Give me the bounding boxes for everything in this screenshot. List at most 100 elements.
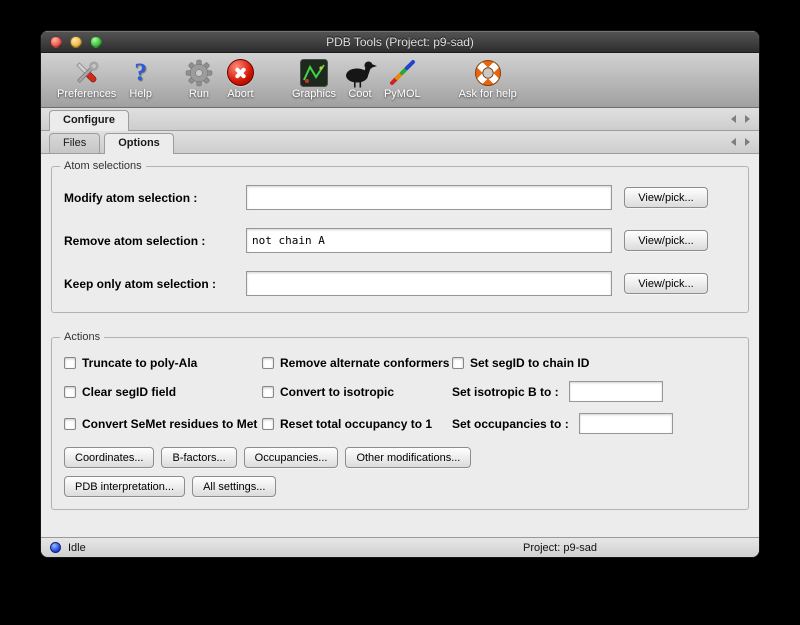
truncate-poly-ala-label: Truncate to poly-Ala	[82, 356, 197, 370]
toolbar-abort[interactable]: Abort	[227, 57, 254, 100]
tab-configure[interactable]: Configure	[49, 110, 129, 130]
toolbar-pymol-label: PyMOL	[384, 88, 421, 100]
modify-atom-selection-label: Modify atom selection :	[64, 191, 246, 205]
coordinates-button[interactable]: Coordinates...	[64, 447, 154, 468]
lifebuoy-icon	[473, 57, 503, 88]
toolbar-pymol[interactable]: PyMOL	[384, 57, 421, 100]
coot-bird-icon	[343, 57, 377, 88]
tools-icon	[72, 57, 102, 88]
remove-atom-selection-row: Remove atom selection : View/pick...	[64, 228, 736, 253]
clear-segid-field-label: Clear segID field	[82, 385, 176, 399]
toolbar-preferences-label: Preferences	[57, 88, 116, 100]
tab-options-label: Options	[118, 137, 160, 149]
outer-tab-scroll	[731, 115, 750, 123]
toolbar-ask-for-help[interactable]: Ask for help	[459, 57, 517, 100]
toolbar-coot-label: Coot	[348, 88, 371, 100]
atom-selections-group: Atom selections Modify atom selection : …	[51, 166, 749, 313]
tab-options[interactable]: Options	[104, 133, 174, 153]
set-occupancies-label: Set occupancies to :	[452, 417, 569, 431]
project-label: Project: p9-sad	[523, 542, 597, 554]
toolbar-preferences[interactable]: Preferences	[57, 57, 116, 100]
modify-atom-selection-input[interactable]	[246, 185, 612, 210]
inner-tab-scroll	[731, 138, 750, 146]
toolbar-graphics[interactable]: Graphics	[292, 57, 336, 100]
reset-total-occupancy-checkbox[interactable]: Reset total occupancy to 1	[262, 417, 452, 431]
remove-alternate-conformers-label: Remove alternate conformers	[280, 356, 449, 370]
toolbar-graphics-label: Graphics	[292, 88, 336, 100]
graphics-icon	[300, 57, 328, 88]
toolbar-ask-for-help-label: Ask for help	[459, 88, 517, 100]
modify-view-pick-button[interactable]: View/pick...	[624, 187, 708, 208]
tab-files[interactable]: Files	[49, 133, 100, 153]
checkbox-icon[interactable]	[64, 357, 76, 369]
remove-alternate-conformers-checkbox[interactable]: Remove alternate conformers	[262, 356, 452, 370]
checkbox-icon[interactable]	[262, 357, 274, 369]
tab-scroll-left-icon[interactable]	[731, 138, 736, 146]
zoom-button[interactable]	[90, 36, 102, 48]
truncate-poly-ala-checkbox[interactable]: Truncate to poly-Ala	[64, 356, 262, 370]
convert-semet-to-met-label: Convert SeMet residues to Met	[82, 417, 257, 431]
close-button[interactable]	[50, 36, 62, 48]
remove-view-pick-button[interactable]: View/pick...	[624, 230, 708, 251]
reset-total-occupancy-label: Reset total occupancy to 1	[280, 417, 432, 431]
tab-scroll-right-icon[interactable]	[745, 115, 750, 123]
tab-configure-label: Configure	[63, 114, 115, 126]
set-occupancies-field: Set occupancies to :	[452, 413, 736, 434]
gear-icon	[184, 57, 214, 88]
set-segid-to-chain-id-checkbox[interactable]: Set segID to chain ID	[452, 356, 736, 370]
all-settings-button[interactable]: All settings...	[192, 476, 276, 497]
actions-group-title: Actions	[60, 331, 104, 343]
tab-files-label: Files	[63, 137, 86, 149]
toolbar-help-label: Help	[129, 88, 152, 100]
options-panel: Atom selections Modify atom selection : …	[41, 154, 759, 537]
window-title: PDB Tools (Project: p9-sad)	[41, 35, 759, 49]
tab-scroll-right-icon[interactable]	[745, 138, 750, 146]
convert-to-isotropic-checkbox[interactable]: Convert to isotropic	[262, 385, 452, 399]
actions-group: Actions Truncate to poly-Ala Remove alte…	[51, 337, 749, 510]
status-indicator-icon	[50, 542, 61, 553]
title-bar: PDB Tools (Project: p9-sad)	[41, 31, 759, 53]
checkbox-icon[interactable]	[64, 418, 76, 430]
tab-scroll-left-icon[interactable]	[731, 115, 736, 123]
pdb-tools-window: PDB Tools (Project: p9-sad) Preferences	[40, 30, 760, 558]
toolbar-run-label: Run	[189, 88, 209, 100]
inner-tab-bar: Files Options	[41, 131, 759, 154]
set-isotropic-b-field: Set isotropic B to :	[452, 381, 736, 402]
set-isotropic-b-input[interactable]	[569, 381, 663, 402]
toolbar-coot[interactable]: Coot	[343, 57, 377, 100]
toolbar-help[interactable]: ? Help	[129, 57, 152, 100]
set-occupancies-input[interactable]	[579, 413, 673, 434]
checkbox-icon[interactable]	[64, 386, 76, 398]
status-bar: Idle Project: p9-sad	[41, 537, 759, 557]
convert-semet-to-met-checkbox[interactable]: Convert SeMet residues to Met	[64, 417, 262, 431]
keep-only-view-pick-button[interactable]: View/pick...	[624, 273, 708, 294]
toolbar-run[interactable]: Run	[184, 57, 214, 100]
keep-only-atom-selection-label: Keep only atom selection :	[64, 277, 246, 291]
set-isotropic-b-label: Set isotropic B to :	[452, 385, 559, 399]
minimize-button[interactable]	[70, 36, 82, 48]
abort-icon	[227, 57, 254, 88]
set-segid-to-chain-id-label: Set segID to chain ID	[470, 356, 589, 370]
pdb-interpretation-button[interactable]: PDB interpretation...	[64, 476, 185, 497]
keep-only-atom-selection-input[interactable]	[246, 271, 612, 296]
other-modifications-button[interactable]: Other modifications...	[345, 447, 471, 468]
actions-row-1: Truncate to poly-Ala Remove alternate co…	[64, 356, 736, 370]
atom-selections-group-title: Atom selections	[60, 160, 146, 172]
pymol-icon	[387, 57, 417, 88]
occupancies-button[interactable]: Occupancies...	[244, 447, 339, 468]
checkbox-icon[interactable]	[262, 386, 274, 398]
actions-button-row-1: Coordinates... B-factors... Occupancies.…	[64, 447, 736, 468]
b-factors-button[interactable]: B-factors...	[161, 447, 236, 468]
keep-only-atom-selection-row: Keep only atom selection : View/pick...	[64, 271, 736, 296]
convert-to-isotropic-label: Convert to isotropic	[280, 385, 394, 399]
actions-row-2: Clear segID field Convert to isotropic S…	[64, 381, 736, 402]
actions-row-3: Convert SeMet residues to Met Reset tota…	[64, 413, 736, 434]
checkbox-icon[interactable]	[452, 357, 464, 369]
actions-button-row-2: PDB interpretation... All settings...	[64, 476, 736, 497]
remove-atom-selection-input[interactable]	[246, 228, 612, 253]
question-icon: ?	[134, 57, 147, 88]
toolbar-abort-label: Abort	[227, 88, 253, 100]
checkbox-icon[interactable]	[262, 418, 274, 430]
traffic-lights	[50, 36, 102, 48]
clear-segid-field-checkbox[interactable]: Clear segID field	[64, 385, 262, 399]
